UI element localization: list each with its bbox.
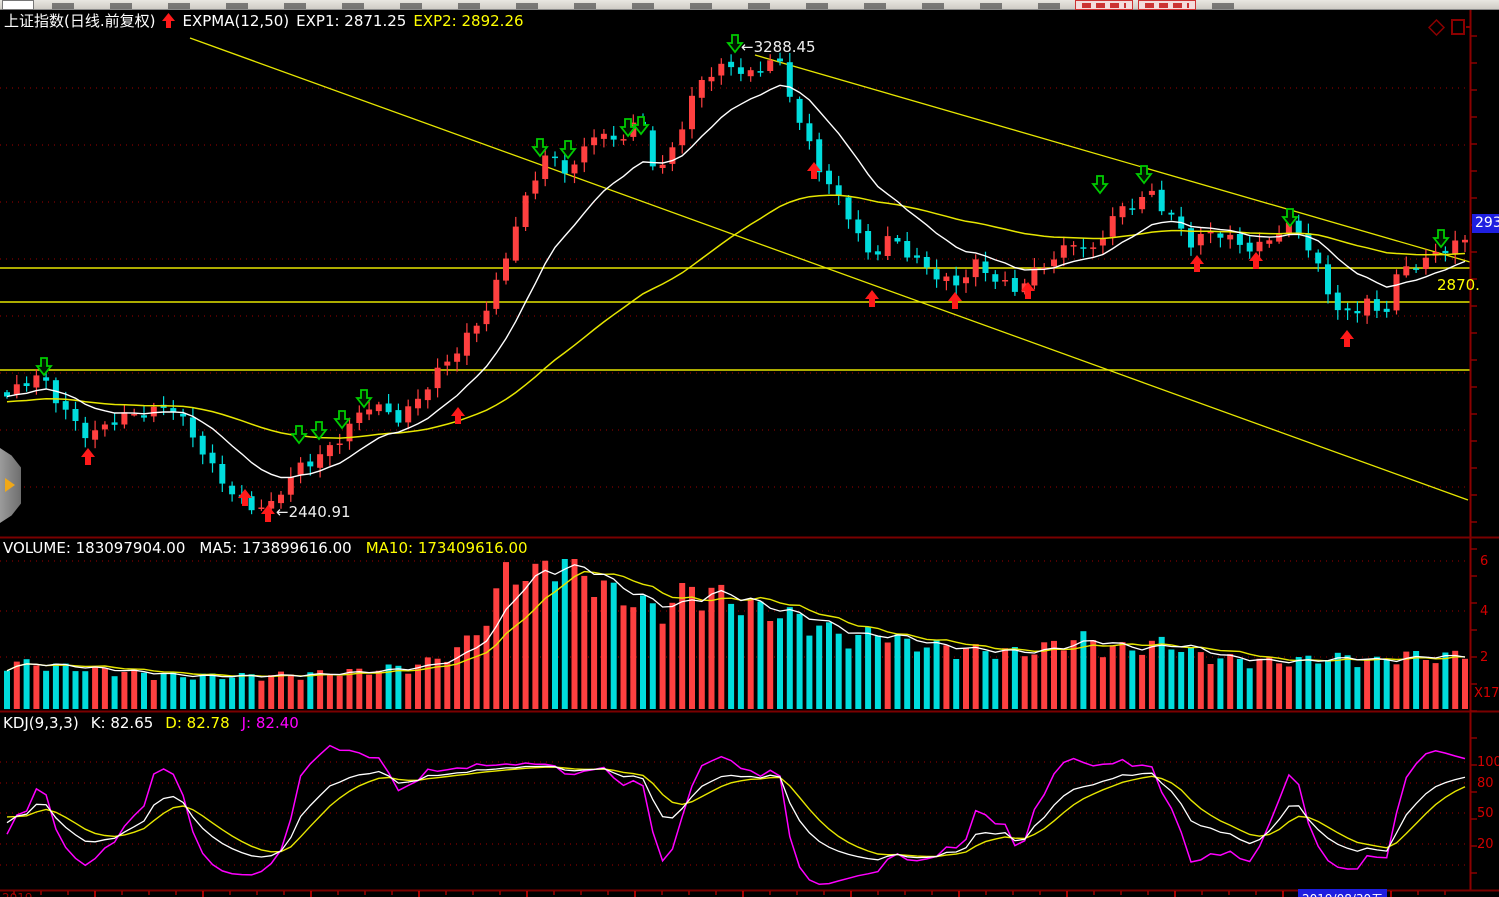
volume-axis-multiplier: X17 — [1474, 686, 1499, 701]
menu-highlight-button-2[interactable] — [1138, 0, 1196, 10]
kdj-k-value: K: 82.65 — [91, 714, 154, 732]
menu-items-clipped — [52, 3, 1242, 9]
menu-logo-box — [2, 0, 34, 10]
up-arrow-icon — [162, 13, 175, 28]
kdj-axis-label-100: 100 — [1477, 755, 1499, 770]
trading-app-window: { "price_pane": { "title": "上证指数(日线.前复权)… — [0, 0, 1499, 897]
exp1-value: EXP1: 2871.25 — [296, 12, 406, 30]
diamond-icon[interactable] — [1428, 19, 1445, 40]
volume-axis-label-4: 4 — [1480, 604, 1488, 619]
trough-price-annotation: ←2440.91 — [276, 503, 351, 521]
current-date-badge: 2019/08/30五 — [1298, 889, 1387, 897]
kdj-d-value: D: 82.78 — [165, 714, 229, 732]
price-pane-header: 上证指数(日线.前复权) EXPMA(12,50) EXP1: 2871.25 … — [4, 10, 524, 31]
yellow-level-label: 2870. — [1437, 276, 1480, 294]
volume-ma5-value: MA5: 173899616.00 — [199, 539, 351, 557]
volume-pane-header: VOLUME: 183097904.00 MA5: 173899616.00 M… — [3, 539, 528, 557]
volume-value: VOLUME: 183097904.00 — [3, 539, 185, 557]
volume-ma10-value: MA10: 173409616.00 — [366, 539, 528, 557]
peak-price-annotation: ←3288.45 — [741, 38, 816, 56]
window-box-icon[interactable] — [1451, 19, 1471, 40]
kdj-name: KDJ(9,3,3) — [3, 714, 79, 732]
menu-highlight-button-1[interactable] — [1075, 0, 1133, 10]
volume-axis-label-2: 2 — [1480, 650, 1488, 665]
last-price-badge: 2930 — [1472, 214, 1499, 233]
kdj-axis-label-50: 50 — [1477, 806, 1494, 821]
kdj-axis-label-80: 80 — [1477, 776, 1494, 791]
expander-arrow-icon — [4, 478, 16, 492]
menu-bar[interactable] — [0, 0, 1499, 10]
kdj-pane-header: KDJ(9,3,3) K: 82.65 D: 82.78 J: 82.40 — [3, 714, 299, 732]
date-axis-label-clipped: 2019 — [2, 891, 33, 897]
kdj-j-value: J: 82.40 — [242, 714, 299, 732]
symbol-title: 上证指数(日线.前复权) — [4, 10, 155, 31]
chart-canvas[interactable] — [0, 0, 1499, 897]
exp2-value: EXP2: 2892.26 — [413, 12, 523, 30]
kdj-axis-label-20: 20 — [1477, 837, 1494, 852]
indicator-name: EXPMA(12,50) — [182, 12, 289, 30]
volume-axis-label-6: 6 — [1480, 554, 1488, 569]
